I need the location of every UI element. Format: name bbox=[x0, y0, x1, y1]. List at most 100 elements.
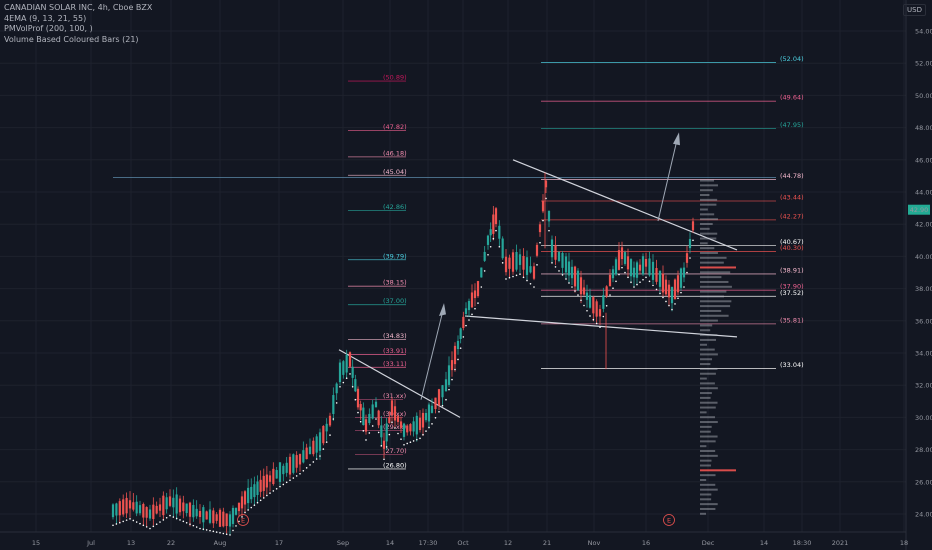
candle-body[interactable] bbox=[364, 419, 368, 432]
candle-body[interactable] bbox=[135, 501, 138, 514]
candle-body[interactable] bbox=[243, 491, 247, 505]
candle-body[interactable] bbox=[388, 417, 391, 424]
candle-body[interactable] bbox=[390, 400, 394, 416]
candle-body[interactable] bbox=[467, 300, 471, 311]
candle-body[interactable] bbox=[162, 495, 165, 516]
candle-body[interactable] bbox=[464, 308, 468, 314]
candle-body[interactable] bbox=[658, 271, 662, 287]
candle-body[interactable] bbox=[576, 270, 580, 291]
candle-body[interactable] bbox=[605, 286, 608, 297]
candle-body[interactable] bbox=[641, 256, 645, 275]
candle-body[interactable] bbox=[486, 235, 490, 245]
candle-body[interactable] bbox=[118, 501, 121, 516]
candle-body[interactable] bbox=[332, 395, 335, 415]
candle-body[interactable] bbox=[335, 383, 338, 394]
candle-body[interactable] bbox=[585, 292, 589, 300]
candle-body[interactable] bbox=[145, 507, 148, 518]
candle-body[interactable] bbox=[288, 456, 292, 475]
candle-body[interactable] bbox=[430, 405, 434, 413]
trendline-lower-channel[interactable] bbox=[464, 315, 738, 338]
candle-body[interactable] bbox=[661, 273, 665, 293]
candle-body[interactable] bbox=[611, 269, 615, 279]
candle-body[interactable] bbox=[165, 497, 168, 510]
candle-body[interactable] bbox=[648, 258, 651, 276]
candle-body[interactable] bbox=[579, 277, 583, 295]
candle-body[interactable] bbox=[535, 244, 539, 256]
candle-body[interactable] bbox=[385, 423, 388, 442]
candle-body[interactable] bbox=[567, 261, 571, 276]
indicator-ema[interactable]: 4EMA (9, 13, 21, 55) bbox=[4, 14, 152, 25]
candle-body[interactable] bbox=[268, 475, 272, 482]
candle-body[interactable] bbox=[168, 496, 172, 506]
candle-body[interactable] bbox=[328, 415, 332, 426]
candle-body[interactable] bbox=[322, 425, 325, 444]
candle-body[interactable] bbox=[195, 508, 198, 517]
candle-body[interactable] bbox=[437, 389, 441, 406]
candle-body[interactable] bbox=[504, 256, 508, 273]
candle-body[interactable] bbox=[444, 379, 448, 392]
candle-body[interactable] bbox=[393, 406, 397, 421]
candle-body[interactable] bbox=[424, 413, 428, 421]
candle-body[interactable] bbox=[412, 421, 415, 432]
candle-body[interactable] bbox=[620, 247, 624, 260]
candle-body[interactable] bbox=[265, 474, 268, 488]
candle-body[interactable] bbox=[588, 295, 592, 308]
candle-body[interactable] bbox=[308, 446, 312, 455]
projection-arrow[interactable] bbox=[657, 135, 679, 222]
symbol-title[interactable]: CANADIAN SOLAR INC, 4h, Cboe BZX bbox=[4, 3, 152, 14]
candle-body[interactable] bbox=[434, 397, 437, 410]
candle-body[interactable] bbox=[152, 504, 155, 520]
candle-body[interactable] bbox=[222, 511, 225, 527]
candle-body[interactable] bbox=[354, 379, 357, 392]
candle-body[interactable] bbox=[550, 239, 554, 258]
candle-body[interactable] bbox=[138, 505, 142, 514]
candle-body[interactable] bbox=[188, 502, 192, 517]
candle-body[interactable] bbox=[638, 264, 642, 271]
candle-body[interactable] bbox=[228, 514, 232, 527]
candle-body[interactable] bbox=[676, 275, 680, 293]
candle-body[interactable] bbox=[315, 436, 318, 453]
candle-body[interactable] bbox=[508, 257, 511, 269]
candle-body[interactable] bbox=[623, 252, 627, 264]
candle-body[interactable] bbox=[418, 417, 422, 431]
candle-body[interactable] bbox=[380, 425, 383, 438]
candle-body[interactable] bbox=[338, 362, 342, 383]
candle-body[interactable] bbox=[421, 412, 425, 428]
candle-body[interactable] bbox=[250, 486, 253, 500]
candle-body[interactable] bbox=[614, 259, 618, 275]
candle-body[interactable] bbox=[292, 454, 295, 473]
candle-body[interactable] bbox=[125, 497, 128, 514]
candle-body[interactable] bbox=[302, 450, 305, 463]
candle-body[interactable] bbox=[362, 407, 365, 426]
candle-body[interactable] bbox=[282, 465, 285, 475]
candle-body[interactable] bbox=[342, 361, 345, 375]
candle-body[interactable] bbox=[406, 425, 409, 433]
candle-body[interactable] bbox=[561, 252, 564, 268]
candle-body[interactable] bbox=[629, 259, 633, 277]
candle-body[interactable] bbox=[155, 505, 158, 514]
candle-body[interactable] bbox=[415, 415, 418, 435]
candle-body[interactable] bbox=[554, 244, 557, 260]
candle-body[interactable] bbox=[480, 267, 483, 278]
candle-body[interactable] bbox=[557, 251, 561, 262]
candle-body[interactable] bbox=[547, 210, 551, 222]
candle-body[interactable] bbox=[682, 267, 686, 278]
candle-body[interactable] bbox=[359, 404, 362, 411]
candle-body[interactable] bbox=[529, 266, 532, 273]
candle-body[interactable] bbox=[602, 295, 605, 309]
candle-body[interactable] bbox=[541, 200, 545, 212]
candle-body[interactable] bbox=[259, 479, 262, 492]
candle-body[interactable] bbox=[476, 281, 480, 297]
candle-body[interactable] bbox=[368, 413, 371, 424]
candle-body[interactable] bbox=[185, 503, 188, 514]
candle-body[interactable] bbox=[532, 266, 536, 279]
candle-body[interactable] bbox=[498, 225, 501, 239]
candle-body[interactable] bbox=[644, 259, 648, 267]
candle-body[interactable] bbox=[573, 266, 577, 287]
candle-body[interactable] bbox=[673, 279, 677, 300]
candle-body[interactable] bbox=[582, 287, 586, 295]
candle-body[interactable] bbox=[312, 440, 315, 455]
candle-body[interactable] bbox=[664, 279, 668, 295]
candle-body[interactable] bbox=[285, 462, 288, 473]
candle-body[interactable] bbox=[275, 470, 278, 479]
